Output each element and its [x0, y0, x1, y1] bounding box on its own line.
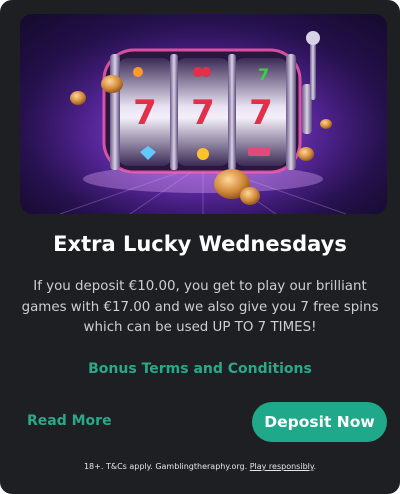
bonus-terms-link[interactable]: Bonus Terms and Conditions	[0, 361, 400, 377]
promo-title: Extra Lucky Wednesdays	[53, 232, 347, 256]
responsible-gambling-footer: 18+. T&Cs apply. Gamblingtheraphy.org. P…	[0, 462, 400, 471]
promo-card: 7 7 7 7 Extra Lucky Wednesdays If you de…	[0, 0, 400, 494]
promo-hero-image: 7 7 7 7	[20, 14, 387, 214]
read-more-link[interactable]: Read More	[27, 413, 112, 429]
svg-text:7: 7	[249, 93, 273, 133]
svg-text:7: 7	[191, 93, 215, 133]
promo-description: If you deposit €10.00, you get to play o…	[21, 279, 379, 335]
footer-disclaimer: 18+. T&Cs apply. Gamblingtheraphy.org.	[83, 462, 248, 471]
svg-text:7: 7	[258, 65, 269, 84]
play-responsibly-link[interactable]: Play responsibly	[250, 462, 314, 471]
svg-text:7: 7	[133, 93, 157, 133]
deposit-now-button[interactable]: Deposit Now	[252, 402, 387, 442]
footer-period: .	[313, 462, 317, 471]
